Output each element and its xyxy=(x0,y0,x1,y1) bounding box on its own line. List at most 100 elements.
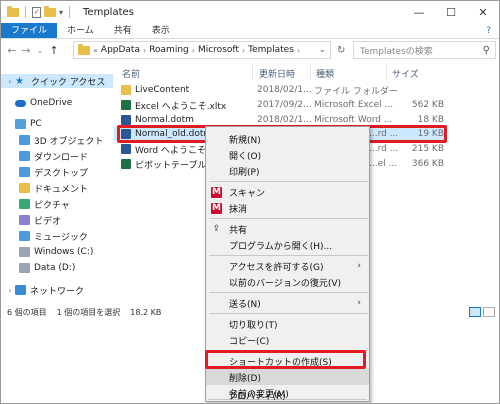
menu-item-copy[interactable]: コピー(C) xyxy=(206,332,369,348)
column-header-date[interactable]: 更新日時 xyxy=(259,67,295,80)
menu-item-open-with[interactable]: プログラムから開く(H)... xyxy=(206,237,369,253)
menu-item-shred[interactable]: M 抹消 xyxy=(206,200,369,216)
address-prefix[interactable]: « xyxy=(93,46,98,55)
menu-label: プログラムから開く(H)... xyxy=(229,241,333,252)
column-divider[interactable] xyxy=(386,63,387,79)
breadcrumb-microsoft[interactable]: Microsoft xyxy=(198,45,239,55)
maximize-button[interactable]: ☐ xyxy=(435,1,467,23)
breadcrumb-separator[interactable]: › xyxy=(192,46,195,55)
large-icons-view-icon[interactable] xyxy=(483,307,495,317)
menu-item-new[interactable]: 新規(N) xyxy=(206,131,369,147)
file-size: 366 KB xyxy=(411,159,444,169)
menu-separator xyxy=(209,218,368,219)
menu-item-print[interactable]: 印刷(P) xyxy=(206,163,369,179)
nav-downloads[interactable]: ダウンロード xyxy=(19,149,88,163)
chevron-right-icon[interactable]: › xyxy=(5,77,15,86)
minimize-button[interactable]: — xyxy=(403,1,435,23)
new-folder-icon[interactable] xyxy=(44,5,56,17)
breadcrumb-separator[interactable]: › xyxy=(242,46,245,55)
nav-onedrive[interactable]: OneDrive xyxy=(5,96,72,110)
title-bar: ✓ ▾ Templates — ☐ ✕ xyxy=(1,1,499,23)
nav-3d-objects[interactable]: 3D オブジェクト xyxy=(19,133,104,147)
menu-separator xyxy=(209,313,368,314)
column-divider[interactable] xyxy=(310,63,311,79)
folder-icon xyxy=(121,85,131,95)
file-type: Microsoft Word ... xyxy=(314,115,393,125)
word-file-icon xyxy=(121,144,131,154)
excel-file-icon xyxy=(121,100,131,110)
tab-view[interactable]: 表示 xyxy=(142,23,180,38)
explorer-window: ✓ ▾ Templates — ☐ ✕ ファイル ホーム 共有 表示 ? ← →… xyxy=(0,0,500,404)
chevron-right-icon[interactable]: › xyxy=(5,286,15,295)
nav-documents[interactable]: ドキュメント xyxy=(19,181,88,195)
music-icon xyxy=(19,231,30,241)
column-header-name[interactable]: 名前 xyxy=(122,67,140,80)
tab-file[interactable]: ファイル xyxy=(1,23,58,38)
file-name: Excel へようこそ.xltx xyxy=(135,101,227,112)
menu-item-give-access[interactable]: アクセスを許可する(G) › xyxy=(206,258,369,274)
chevron-down-icon[interactable]: ⌄ xyxy=(314,45,330,55)
menu-item-scan[interactable]: M スキャン xyxy=(206,184,369,200)
customize-toolbar-icon[interactable]: ▾ xyxy=(59,8,63,17)
breadcrumb-roaming[interactable]: Roaming xyxy=(149,45,189,55)
tab-home[interactable]: ホーム xyxy=(57,23,104,38)
nav-label: OneDrive xyxy=(30,98,73,108)
up-arrow-icon[interactable]: ↑ xyxy=(47,44,61,57)
column-divider[interactable] xyxy=(252,63,253,79)
nav-label: PC xyxy=(30,119,42,129)
drive-icon xyxy=(19,247,30,257)
menu-separator xyxy=(209,292,368,293)
menu-item-send-to[interactable]: 送る(N) › xyxy=(206,295,369,311)
status-selection: 1 個の項目を選択 xyxy=(56,307,121,317)
help-icon[interactable]: ? xyxy=(486,23,499,38)
breadcrumb-templates[interactable]: Templates xyxy=(248,45,294,55)
breadcrumb-appdata[interactable]: AppData xyxy=(101,45,140,55)
menu-item-cut[interactable]: 切り取り(T) xyxy=(206,316,369,332)
menu-item-properties[interactable]: プロパティ(R) xyxy=(205,387,370,403)
nav-music[interactable]: ミュージック xyxy=(19,229,88,243)
menu-item-restore-versions[interactable]: 以前のバージョンの復元(V) xyxy=(206,274,369,290)
nav-label: ミュージック xyxy=(34,232,88,243)
menu-label: アクセスを許可する(G) xyxy=(229,262,324,273)
address-bar[interactable]: « AppData › Roaming › Microsoft › Templa… xyxy=(73,41,331,59)
submenu-arrow-icon: › xyxy=(357,261,361,271)
search-input[interactable]: Templatesの検索 ⚲ xyxy=(353,41,496,59)
file-size: 18 KB xyxy=(417,115,444,125)
nav-quick-access[interactable]: › ★ クイック アクセス xyxy=(1,74,113,88)
nav-label: Data (D:) xyxy=(34,263,76,273)
status-size: 18.2 KB xyxy=(130,307,162,317)
file-row[interactable]: Excel へようこそ.xltx 2017/09/2... Microsoft … xyxy=(114,98,444,112)
breadcrumb-separator[interactable]: › xyxy=(143,46,146,55)
recent-locations-icon[interactable]: ⌄ xyxy=(33,46,47,55)
folder-icon[interactable] xyxy=(7,5,19,17)
details-view-icon[interactable] xyxy=(469,307,481,317)
refresh-icon[interactable]: ↻ xyxy=(337,45,345,56)
menu-item-open[interactable]: 開く(O) xyxy=(206,147,369,163)
nav-pictures[interactable]: ピクチャ xyxy=(19,197,70,211)
nav-network[interactable]: › ネットワーク xyxy=(5,283,84,297)
breadcrumb-separator[interactable]: › xyxy=(297,46,300,55)
toolbar-separator xyxy=(25,6,26,18)
nav-desktop[interactable]: デスクトップ xyxy=(19,165,88,179)
nav-drive-d[interactable]: Data (D:) xyxy=(19,261,75,275)
close-button[interactable]: ✕ xyxy=(467,1,499,23)
menu-item-delete[interactable]: 削除(D) xyxy=(206,369,369,385)
file-row[interactable]: LiveContent 2018/02/1... ファイル フォルダー xyxy=(114,83,444,97)
nav-videos[interactable]: ビデオ xyxy=(19,213,61,227)
properties-icon[interactable]: ✓ xyxy=(32,6,41,18)
column-header-type[interactable]: 種類 xyxy=(316,67,334,80)
forward-arrow-icon[interactable]: → xyxy=(19,44,33,57)
window-title: Templates xyxy=(83,6,134,18)
share-icon: ⇪ xyxy=(212,224,221,234)
menu-separator xyxy=(209,181,368,182)
nav-pc[interactable]: PC xyxy=(5,117,42,131)
nav-drive-c[interactable]: Windows (C:) xyxy=(19,245,93,259)
submenu-arrow-icon: › xyxy=(357,298,361,308)
back-arrow-icon[interactable]: ← xyxy=(5,44,19,57)
tab-share[interactable]: 共有 xyxy=(104,23,142,38)
column-header-size[interactable]: サイズ xyxy=(392,67,419,80)
menu-item-share[interactable]: ⇪ 共有 xyxy=(206,221,369,237)
window-controls: — ☐ ✕ xyxy=(403,1,499,23)
file-size: 562 KB xyxy=(411,100,444,110)
video-icon xyxy=(19,215,30,225)
